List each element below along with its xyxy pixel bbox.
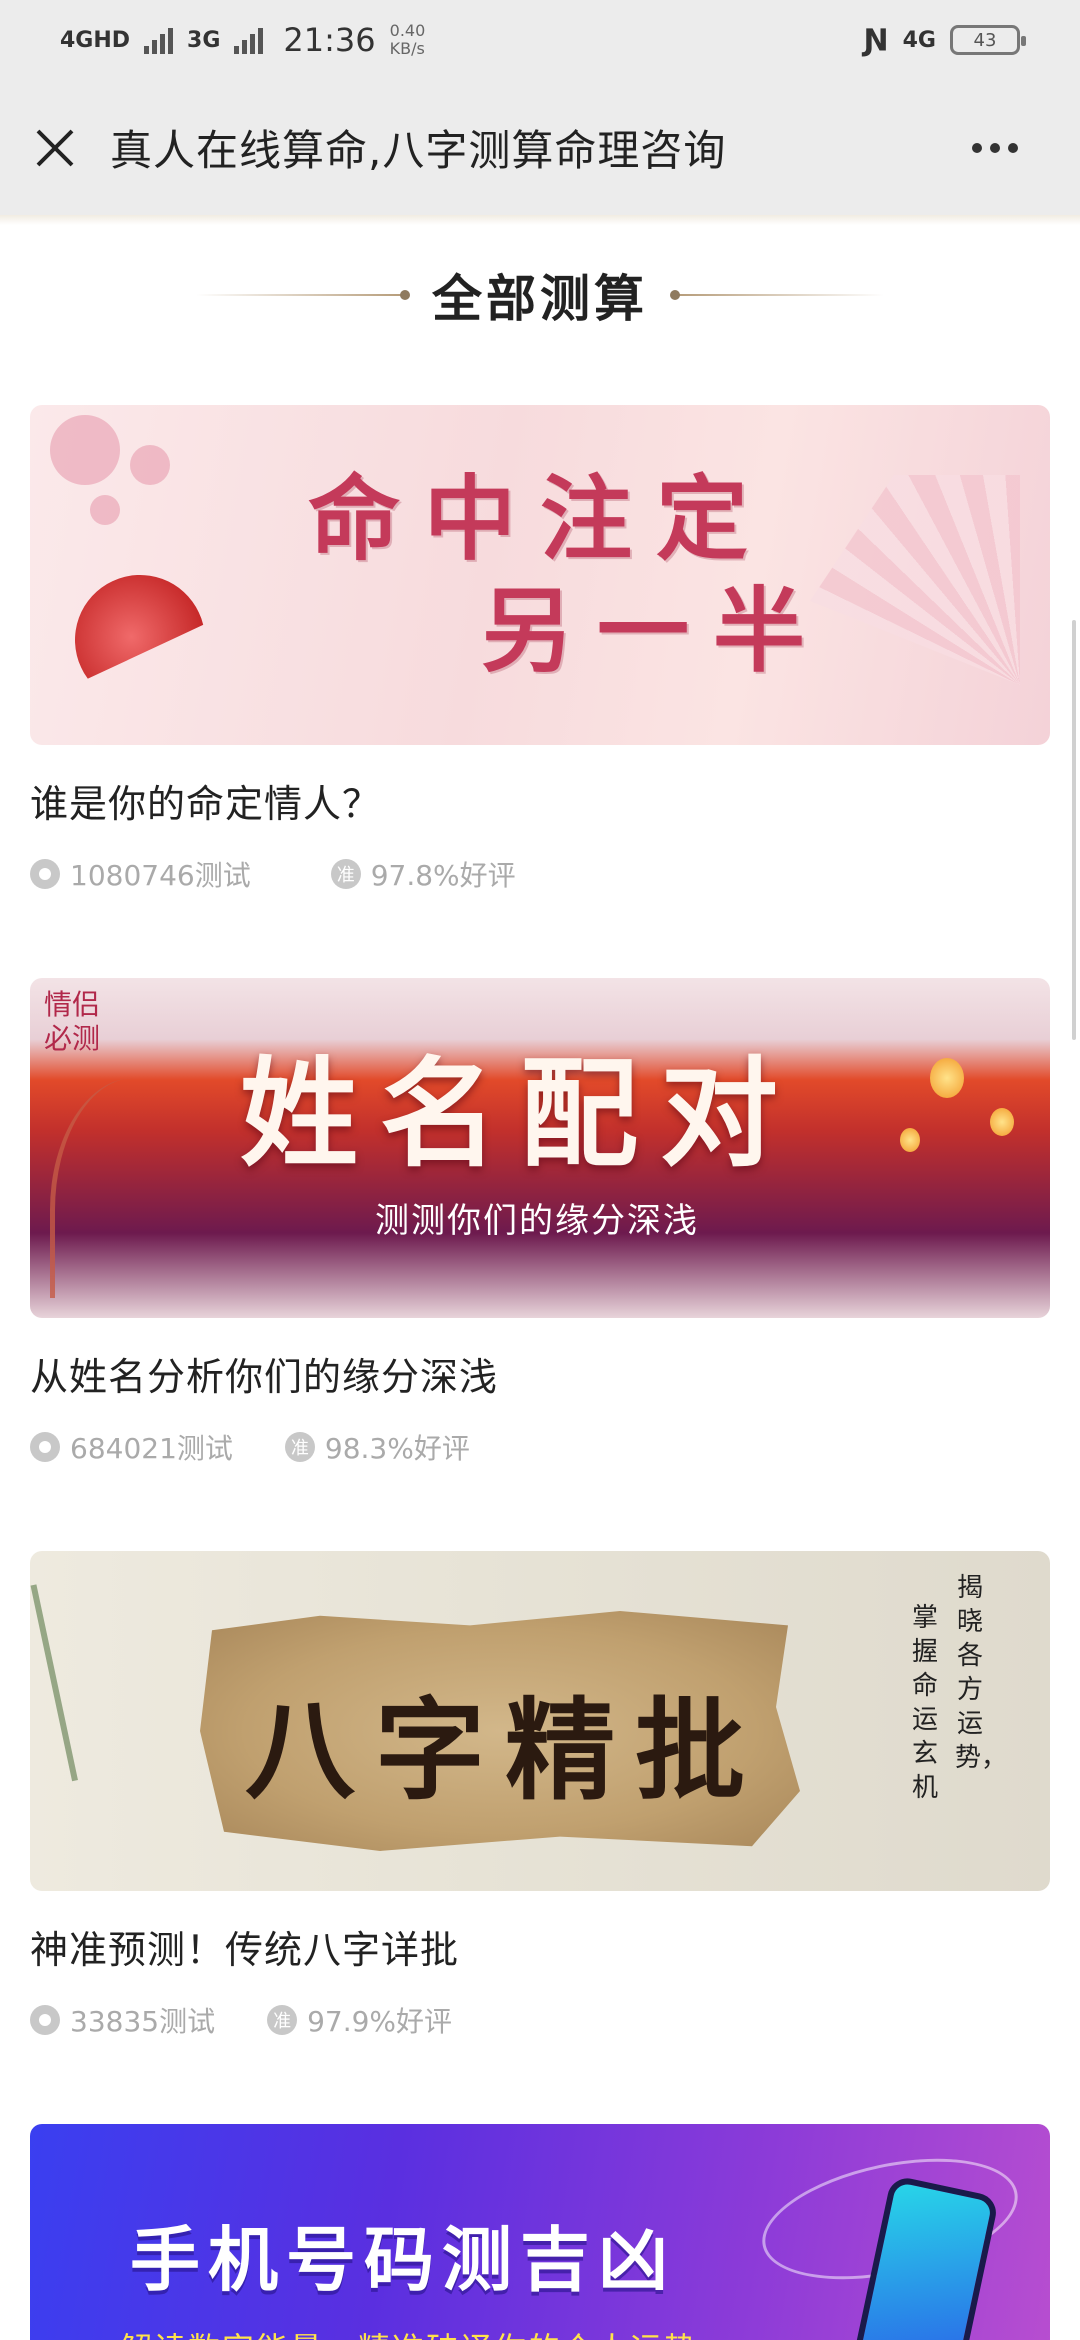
accuracy-badge-icon: 准 [267, 2005, 298, 2035]
test-card-1[interactable]: 命中注定 另一半 谁是你的命定情人？ 1080746测试 准 97.8%好评 [30, 405, 1050, 894]
card-banner[interactable]: 手机号码测吉凶 解读数字能量，精准破译你的个人运势 [30, 2124, 1050, 2340]
signal-1-icon [144, 26, 174, 54]
decor-line-right [670, 290, 884, 300]
banner-headline: 手机号码测吉凶 [130, 2219, 676, 2301]
close-icon [36, 129, 74, 166]
banner-subtitle: 解读数字能量，精准破译你的个人运势 [120, 2324, 698, 2340]
eye-icon [30, 2005, 60, 2035]
section-title: 全部测算 [432, 270, 648, 328]
card-banner[interactable]: 命中注定 另一半 [30, 405, 1050, 745]
speed-value: 0.40 [389, 21, 426, 40]
network-speed: 0.40 KB/s [390, 22, 426, 58]
page-title: 真人在线算命,八字测算命理咨询 [110, 126, 727, 175]
test-count-value: 1080746测试 [70, 859, 251, 892]
banner-tag: 情侣 必测 [44, 988, 100, 1056]
scrollbar[interactable] [1072, 620, 1076, 1040]
more-icon [972, 143, 982, 153]
rating: 准 97.8%好评 [330, 854, 516, 894]
card-title[interactable]: 神准预测！传统八字详批 [30, 1919, 1050, 1974]
card-stats: 33835测试 准 97.9%好评 [30, 2000, 1050, 2040]
bamboo-decor [30, 1560, 190, 1782]
battery-icon: 43 [950, 25, 1026, 55]
accuracy-badge-icon: 准 [284, 1432, 315, 1462]
banner-line-1: 命中注定 [307, 465, 772, 573]
card-banner[interactable]: 八字精批 掌握命运玄机 揭晓各方运势， [30, 1551, 1050, 1891]
rating: 准 98.3%好评 [284, 1427, 470, 1467]
network-type-1: 4GHD [60, 27, 131, 53]
test-card-3[interactable]: 八字精批 掌握命运玄机 揭晓各方运势， 神准预测！传统八字详批 33835测试 … [30, 1551, 1050, 2040]
lantern-decor [930, 1058, 964, 1098]
banner-vertical-text-1: 掌握命运玄机 [911, 1603, 938, 1803]
rating-value: 98.3%好评 [324, 1432, 470, 1465]
test-card-4[interactable]: 手机号码测吉凶 解读数字能量，精准破译你的个人运势 [30, 2124, 1050, 2340]
test-card-2[interactable]: 情侣 必测 姓名配对 测测你们的缘分深浅 从姓名分析你们的缘分深浅 684021… [30, 978, 1050, 1467]
crane-decor [50, 1078, 190, 1298]
rating: 准 97.9%好评 [267, 2000, 452, 2040]
app-header: 真人在线算命,八字测算命理咨询 [0, 80, 1080, 215]
decor-line-left [196, 290, 410, 300]
status-right: Ɲ 4G 43 [863, 22, 1026, 58]
more-button[interactable] [960, 118, 1030, 178]
banner-headline: 姓名配对 [240, 1044, 801, 1183]
banner-tag-line-2: 必测 [44, 1022, 101, 1055]
header-divider [0, 215, 1080, 225]
blossom-decor [50, 415, 120, 485]
signal-2-icon [234, 26, 264, 54]
speed-unit: KB/s [389, 39, 425, 58]
test-count-value: 33835测试 [70, 2005, 216, 2038]
rating-value: 97.8%好评 [370, 859, 516, 892]
banner-line-2: 另一半 [480, 577, 829, 685]
status-left: 4GHD 3G 21:36 0.40 KB/s [60, 21, 425, 59]
card-stats: 1080746测试 准 97.8%好评 [30, 854, 1050, 894]
banner-subtitle: 测测你们的缘分深浅 [375, 1201, 699, 1241]
close-button[interactable] [0, 80, 110, 215]
test-count: 1080746测试 [30, 854, 251, 894]
section-header: 全部测算 [0, 250, 1080, 340]
rating-value: 97.9%好评 [307, 2005, 453, 2038]
fan-decor [810, 475, 1020, 685]
banner-headline: 命中注定 另一半 [251, 463, 829, 687]
eye-icon [30, 1432, 60, 1462]
banner-vertical-text-2: 揭晓各方运势， [955, 1573, 1008, 1773]
accuracy-badge-icon: 准 [330, 859, 361, 889]
battery-level: 43 [973, 29, 997, 51]
test-count-value: 684021测试 [70, 1432, 233, 1465]
network-type-2: 3G [187, 27, 221, 53]
umbrella-decor [54, 554, 227, 727]
card-title[interactable]: 谁是你的命定情人？ [30, 773, 1050, 828]
banner-tag-line-1: 情侣 [44, 988, 101, 1021]
card-banner[interactable]: 情侣 必测 姓名配对 测测你们的缘分深浅 [30, 978, 1050, 1318]
network-type-right: 4G [902, 27, 936, 53]
status-bar: 4GHD 3G 21:36 0.40 KB/s Ɲ 4G 43 [0, 0, 1080, 80]
nfc-icon: Ɲ [863, 22, 889, 58]
banner-headline: 八字精批 [245, 1686, 765, 1815]
card-title[interactable]: 从姓名分析你们的缘分深浅 [30, 1346, 1050, 1401]
card-stats: 684021测试 准 98.3%好评 [30, 1427, 1050, 1467]
test-count: 33835测试 [30, 2000, 215, 2040]
eye-icon [30, 859, 60, 889]
clock: 21:36 [283, 21, 376, 59]
test-count: 684021测试 [30, 1427, 233, 1467]
